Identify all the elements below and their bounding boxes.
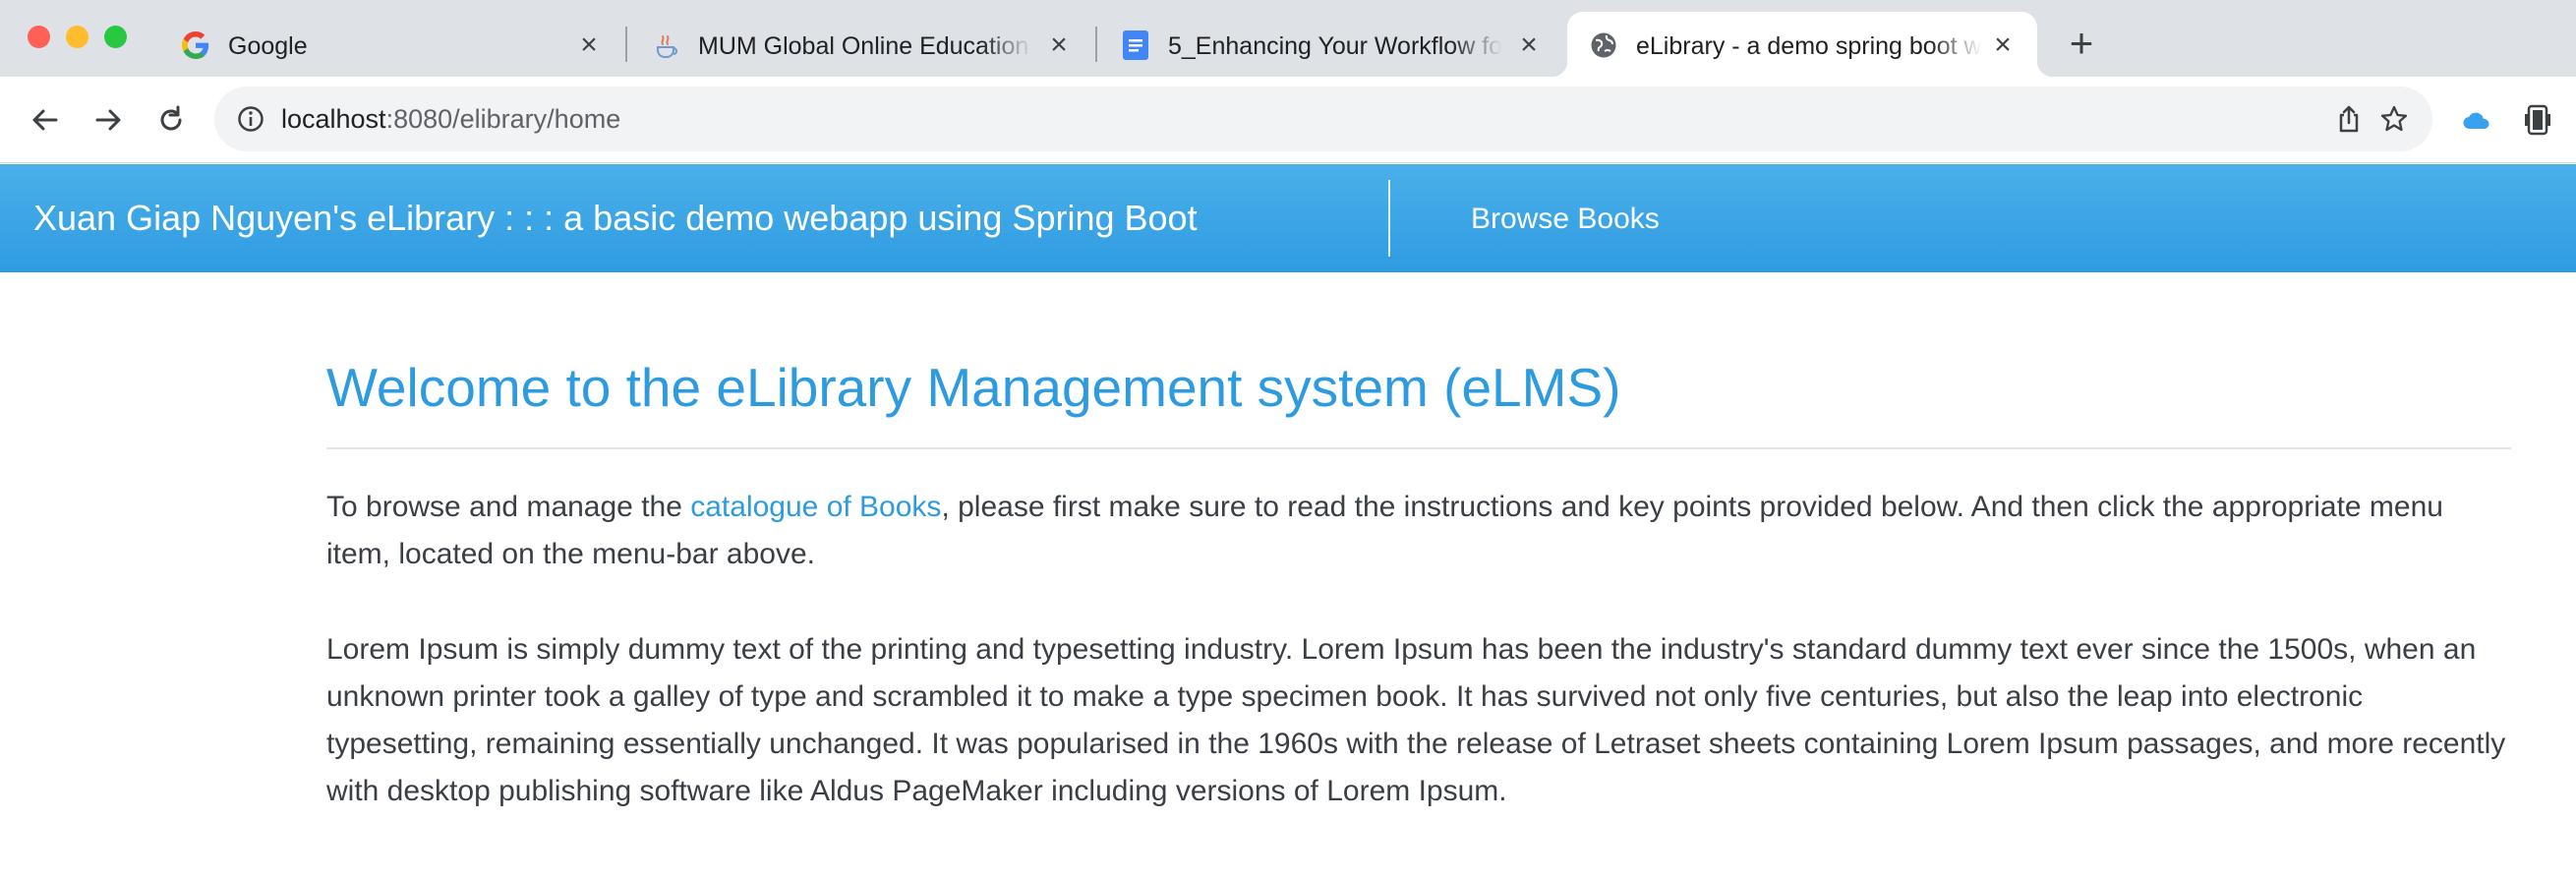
tab-title: eLibrary - a demo spring boot w xyxy=(1636,32,1982,60)
intro-text-start: To browse and manage the xyxy=(326,491,691,523)
navbar-divider xyxy=(1388,180,1390,257)
battery-extension-icon[interactable] xyxy=(2521,103,2554,137)
browser-tab-mum[interactable]: MUM Global Online Education s × xyxy=(633,12,1089,77)
new-tab-button[interactable]: + xyxy=(2063,23,2100,64)
url-host: localhost xyxy=(281,104,386,134)
catalogue-of-books-link[interactable]: catalogue of Books xyxy=(690,491,941,523)
tab-title: MUM Global Online Education s xyxy=(698,32,1032,60)
share-icon[interactable] xyxy=(2332,102,2366,136)
tab-title: 5_Enhancing Your Workflow for xyxy=(1168,32,1502,60)
tab-separator xyxy=(625,27,627,62)
minimize-window-button[interactable] xyxy=(66,26,88,48)
intro-paragraph: To browse and manage the catalogue of Bo… xyxy=(326,484,2511,578)
page-title: Welcome to the eLibrary Management syste… xyxy=(326,357,1621,418)
globe-icon xyxy=(1589,30,1618,60)
site-info-icon[interactable] xyxy=(236,104,265,134)
app-brand-title[interactable]: Xuan Giap Nguyen's eLibrary : : : a basi… xyxy=(33,198,1198,239)
zoom-window-button[interactable] xyxy=(104,26,127,48)
close-tab-icon[interactable]: × xyxy=(1988,30,2018,60)
google-g-icon xyxy=(181,30,210,60)
browser-tab-docs[interactable]: 5_Enhancing Your Workflow for × xyxy=(1103,12,1559,77)
tab-separator xyxy=(1095,27,1097,62)
app-navbar: Xuan Giap Nguyen's eLibrary : : : a basi… xyxy=(0,164,2576,272)
url-path: :8080/elibrary/home xyxy=(385,104,621,134)
browser-toolbar: localhost:8080/elibrary/home xyxy=(0,77,2576,163)
google-docs-icon xyxy=(1121,30,1150,60)
close-window-button[interactable] xyxy=(28,26,50,48)
cloud-extension-icon[interactable] xyxy=(2460,103,2493,137)
browser-tab-strip: Google × MUM Global Online Education s ×… xyxy=(0,0,2576,77)
close-tab-icon[interactable]: × xyxy=(1044,30,1074,60)
browse-books-menu-item[interactable]: Browse Books xyxy=(1471,202,1660,237)
tab-title: Google xyxy=(228,32,308,60)
reload-icon[interactable] xyxy=(151,100,191,140)
back-arrow-icon[interactable] xyxy=(26,100,65,140)
java-cup-icon xyxy=(651,30,680,60)
lorem-paragraph: Lorem Ipsum is simply dummy text of the … xyxy=(326,633,2506,807)
title-divider xyxy=(326,447,2511,449)
bookmark-star-icon[interactable] xyxy=(2377,102,2411,136)
address-bar[interactable]: localhost:8080/elibrary/home xyxy=(214,87,2432,151)
forward-arrow-icon[interactable] xyxy=(88,100,128,140)
close-tab-icon[interactable]: × xyxy=(574,30,604,60)
url-text: localhost:8080/elibrary/home xyxy=(281,102,620,136)
browser-tab-google[interactable]: Google × xyxy=(163,12,619,77)
browser-tab-elibrary[interactable]: eLibrary - a demo spring boot w × xyxy=(1551,12,2053,77)
close-tab-icon[interactable]: × xyxy=(1514,30,1544,60)
